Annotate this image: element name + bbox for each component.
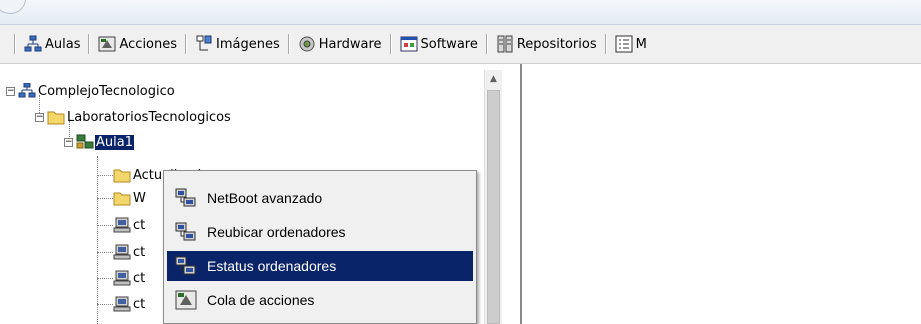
netboot-icon: [175, 188, 196, 207]
toolbar-menus-label: M: [635, 36, 647, 52]
collapse-toggle[interactable]: −: [64, 137, 73, 147]
menu-item-relocate[interactable]: Reubicar ordenadores: [167, 217, 473, 247]
scroll-up-arrow-icon[interactable]: ▲: [485, 70, 502, 87]
toolbar-acciones-button[interactable]: Acciones: [96, 31, 179, 57]
tree-node-folder[interactable]: W: [113, 189, 147, 207]
app-orb[interactable]: [0, 0, 26, 14]
tree-node-group[interactable]: − LaboratoriosTecnologicos: [35, 108, 232, 126]
toolbar-menus-button[interactable]: M: [613, 31, 649, 57]
folder-icon: [47, 111, 65, 125]
tree-label-classroom: Aula1: [95, 134, 134, 150]
status-icon: [175, 256, 196, 275]
toolbar-separator: [14, 34, 16, 54]
software-icon: [400, 36, 418, 52]
tree-label-group: LaboratoriosTecnologicos: [67, 109, 231, 125]
toolbar-repositorios-button[interactable]: Repositorios: [494, 31, 599, 57]
menu-item-netboot[interactable]: NetBoot avanzado: [167, 183, 473, 213]
tree-node-computer[interactable]: ct: [113, 216, 146, 234]
aulas-icon: [24, 35, 42, 52]
toolbar-separator: [185, 34, 188, 54]
tree-line: [97, 278, 113, 279]
folder-icon: [113, 169, 131, 183]
tree-line: [97, 156, 98, 324]
menu-item-status[interactable]: Estatus ordenadores: [167, 251, 473, 281]
toolbar-aulas-button[interactable]: Aulas: [22, 31, 82, 57]
menu-item-label: Reubicar ordenadores: [207, 224, 346, 240]
acciones-icon: [98, 36, 116, 52]
tree-node-computer[interactable]: ct: [113, 243, 146, 261]
toolbar-separator: [604, 34, 607, 54]
tree-label-computer: ct: [133, 296, 146, 312]
toolbar-separator: [485, 34, 488, 54]
relocate-icon: [175, 222, 196, 241]
context-menu: NetBoot avanzado Reubicar ordenadores Es…: [163, 170, 477, 324]
toolbar-separator: [88, 34, 91, 54]
tree-line: [97, 304, 113, 305]
menu-item-queue[interactable]: Cola de acciones: [167, 285, 473, 315]
toolbar-hardware-label: Hardware: [318, 36, 382, 52]
queue-icon: [175, 290, 197, 310]
collapse-toggle[interactable]: −: [35, 112, 44, 122]
toolbar-separator: [287, 34, 290, 54]
scroll-thumb[interactable]: [487, 90, 500, 324]
tree-label-computer: ct: [133, 244, 146, 260]
repositorios-icon: [497, 35, 513, 53]
tree-label-computer: ct: [133, 217, 146, 233]
tree-line: [97, 175, 113, 176]
toolbar-imagenes-button[interactable]: Imágenes: [193, 31, 282, 57]
computer-icon: [113, 270, 131, 286]
tree-scrollbar[interactable]: ▲: [484, 70, 502, 324]
imagenes-icon: [196, 35, 212, 51]
computer-icon: [113, 296, 131, 312]
computer-icon: [113, 217, 131, 233]
toolbar-software-button[interactable]: Software: [398, 31, 480, 57]
toolbar-software-label: Software: [420, 36, 478, 52]
tree-label-computer: ct: [133, 270, 146, 286]
main-toolbar: Aulas Acciones Imágenes Hardware Softwar…: [0, 25, 921, 64]
toolbar-hardware-button[interactable]: Hardware: [296, 31, 384, 57]
hardware-icon: [299, 36, 315, 52]
classroom-icon: [76, 134, 94, 149]
menu-item-label: Estatus ordenadores: [207, 258, 337, 274]
tree-node-computer[interactable]: ct: [113, 269, 146, 287]
title-strip: [0, 0, 921, 25]
toolbar-aulas-label: Aulas: [45, 36, 81, 52]
toolbar-separator: [389, 34, 392, 54]
toolbar-imagenes-label: Imágenes: [216, 36, 280, 52]
tree-label-folder: W: [133, 190, 146, 206]
toolbar-repositorios-label: Repositorios: [516, 36, 597, 52]
menus-icon: [615, 35, 633, 53]
tree-line: [97, 198, 113, 199]
tree-node-root[interactable]: − ComplejoTecnologico: [6, 82, 176, 100]
detail-pane[interactable]: [522, 64, 921, 324]
tree-line: [97, 252, 113, 253]
tree-line: [97, 225, 113, 226]
network-icon: [18, 83, 36, 98]
toolbar-acciones-label: Acciones: [119, 36, 178, 52]
tree-label-root: ComplejoTecnologico: [38, 83, 175, 99]
folder-icon: [113, 192, 131, 206]
menu-item-label: Cola de acciones: [207, 292, 315, 308]
menu-item-label: NetBoot avanzado: [207, 190, 323, 206]
computer-icon: [113, 244, 131, 260]
tree-node-computer[interactable]: ct: [113, 295, 146, 313]
tree-node-classroom[interactable]: − Aula1: [64, 133, 134, 151]
collapse-toggle[interactable]: −: [6, 86, 15, 96]
